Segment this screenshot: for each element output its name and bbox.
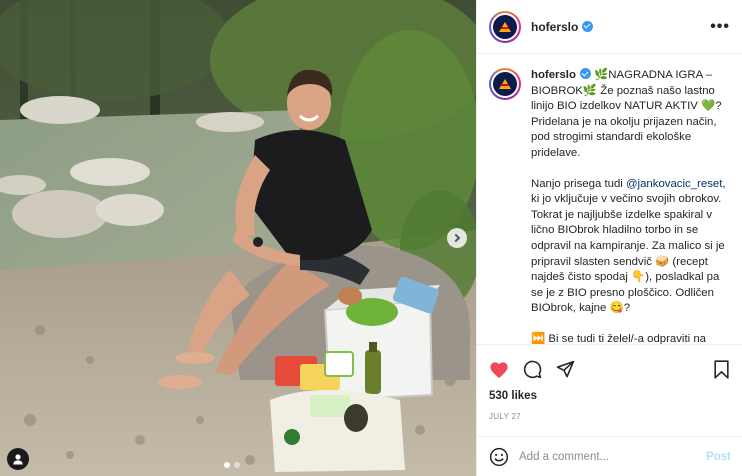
caption-text: ⏭️ Bi se tudi ti želel/-a odpraviti na i…	[531, 332, 706, 344]
post-header: hoferslo •••	[477, 0, 742, 54]
caption-text: Nanjo prisega tudi	[531, 177, 626, 190]
carousel-indicators	[224, 462, 240, 468]
carousel-dot-active	[224, 462, 230, 468]
post-caption: hoferslo 🌿NAGRADNA IGRA – BIOBROK🌿 Že po…	[531, 68, 727, 344]
caption-text: , ki jo vključuje v večino svojih obroko…	[531, 177, 726, 315]
share-button[interactable]	[556, 360, 575, 379]
action-bar	[477, 344, 742, 394]
hofer-logo-icon	[499, 79, 511, 89]
comment-box: Post	[477, 436, 742, 476]
heart-icon	[490, 361, 508, 378]
likes-count[interactable]: 530 likes	[477, 390, 742, 402]
mention-link[interactable]: @jankovacic_reset	[626, 178, 722, 190]
emoji-icon[interactable]	[489, 447, 509, 467]
post-date[interactable]: JULY 27	[477, 412, 742, 421]
caption-username[interactable]: hoferslo	[531, 68, 591, 81]
post-comment-button[interactable]: Post	[706, 451, 731, 463]
verified-badge-icon	[579, 68, 591, 79]
instagram-post: hoferslo ••• hoferslo 🌿NAGRADNA IGRA – B…	[0, 0, 742, 476]
like-button[interactable]	[489, 361, 509, 379]
comment-icon	[523, 360, 542, 379]
username-text[interactable]: hoferslo	[531, 20, 578, 34]
header-username[interactable]: hoferslo	[531, 20, 594, 34]
more-options-icon[interactable]: •••	[710, 18, 730, 36]
save-button[interactable]	[713, 360, 730, 379]
tagged-user-icon	[13, 454, 23, 465]
share-icon	[556, 360, 575, 378]
post-sidebar: hoferslo ••• hoferslo 🌿NAGRADNA IGRA – B…	[476, 0, 742, 476]
tagged-users-button[interactable]	[7, 448, 29, 470]
verified-badge-icon	[582, 20, 594, 32]
carousel-dot	[234, 462, 240, 468]
chevron-right-icon	[451, 233, 461, 243]
caption-area: hoferslo 🌿NAGRADNA IGRA – BIOBROK🌿 Že po…	[477, 54, 742, 344]
caption-avatar[interactable]	[489, 68, 521, 100]
hofer-logo-icon	[499, 21, 511, 32]
post-image	[0, 0, 476, 476]
bookmark-icon	[714, 360, 729, 379]
post-photo[interactable]	[0, 0, 476, 476]
carousel-next-button[interactable]	[447, 228, 467, 248]
comment-button[interactable]	[523, 360, 542, 379]
avatar[interactable]	[489, 10, 521, 43]
comment-input[interactable]	[519, 450, 689, 463]
